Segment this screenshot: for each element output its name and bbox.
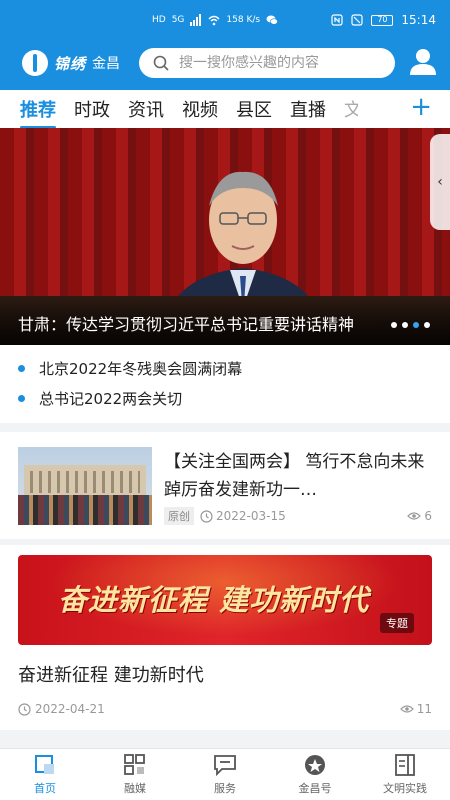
nav-civilization-label: 文明实践 — [383, 782, 427, 795]
headline-item[interactable]: 北京2022年冬残奥会圆满闭幕 — [0, 353, 450, 383]
banner-carousel[interactable]: 甘肃：传达学习贯彻习近平总书记重要讲话精神 ‹ — [0, 128, 450, 345]
topic-date: 2022-04-21 — [35, 702, 105, 716]
network-label-5g: 5G — [171, 15, 185, 25]
carousel-dots — [391, 322, 430, 328]
status-right: 70 15:14 — [331, 13, 436, 27]
article-thumbnail — [18, 447, 152, 525]
media-icon — [124, 754, 145, 775]
category-tabs: 推荐 时政 资讯 视频 县区 直播 文 + — [0, 90, 450, 129]
status-left: HD 5G 158 K/s — [152, 14, 278, 26]
service-icon — [214, 755, 236, 777]
tab-live[interactable]: 直播 — [290, 96, 326, 122]
tab-county[interactable]: 县区 — [236, 96, 272, 122]
app-header: 锦绣 金昌 — [0, 44, 450, 90]
bullet-dot-icon — [18, 394, 25, 402]
nfc-icon — [331, 14, 344, 26]
logo-main-text: 锦绣 — [54, 54, 87, 73]
tab-news[interactable]: 资讯 — [128, 96, 164, 122]
network-speed: 158 K/s — [226, 15, 261, 25]
headline-text: 总书记2022两会关切 — [39, 389, 183, 408]
headline-text: 北京2022年冬残奥会圆满闭幕 — [39, 359, 243, 378]
nav-civilization[interactable]: 文明实践 — [360, 749, 450, 800]
nav-home-label: 首页 — [34, 782, 56, 795]
logo-sub-text: 金昌 — [92, 56, 121, 72]
topic-card[interactable]: 奋进新征程 建功新时代 专题 奋进新征程 建功新时代 2022-04-21 11 — [0, 545, 450, 730]
bottom-nav: 首页 融媒 服务 金昌号 文明实践 — [0, 748, 450, 800]
carousel-dot[interactable] — [424, 322, 430, 328]
network-label-hd: HD — [152, 15, 166, 25]
article-date: 2022-03-15 — [216, 509, 286, 523]
clock-icon — [18, 702, 31, 716]
headline-item[interactable]: 总书记2022两会关切 — [0, 383, 450, 413]
article-views: 6 — [407, 509, 432, 523]
view-count: 6 — [424, 509, 432, 523]
nav-jinchang-label: 金昌号 — [298, 782, 332, 795]
wifi-icon — [208, 15, 220, 26]
chevron-left-icon: ‹ — [437, 174, 443, 190]
topic-tag: 专题 — [380, 613, 414, 633]
side-panel-handle[interactable]: ‹ — [430, 134, 450, 230]
search-icon — [153, 55, 169, 71]
nav-jinchang[interactable]: 金昌号 — [270, 749, 360, 800]
carousel-dot-active[interactable] — [413, 322, 419, 328]
original-badge: 原创 — [164, 507, 194, 525]
jinchang-icon — [305, 755, 325, 775]
bullet-dot-icon — [18, 364, 25, 372]
signal-icon — [190, 14, 202, 26]
eye-icon — [407, 512, 422, 520]
nav-home[interactable]: 首页 — [0, 749, 90, 800]
wechat-icon — [266, 15, 278, 25]
search-bar[interactable] — [139, 48, 395, 78]
search-input[interactable] — [179, 55, 379, 71]
nav-service-label: 服务 — [214, 782, 236, 795]
carousel-dot[interactable] — [391, 322, 397, 328]
add-tab-plus-icon[interactable]: + — [410, 92, 432, 122]
article-card[interactable]: 【关注全国两会】 笃行不怠向未来 踔厉奋发建新功一… 原创 2022-03-15… — [0, 432, 450, 539]
nav-media[interactable]: 融媒 — [90, 749, 180, 800]
banner-title[interactable]: 甘肃：传达学习贯彻习近平总书记重要讲话精神 — [18, 311, 378, 335]
user-profile-icon[interactable] — [408, 48, 438, 76]
nav-service[interactable]: 服务 — [180, 749, 270, 800]
logo-emblem-icon — [22, 50, 48, 76]
topic-views: 11 — [399, 702, 432, 716]
tab-culture[interactable]: 文 — [344, 96, 358, 122]
home-icon — [35, 755, 54, 774]
tab-recommend[interactable]: 推荐 — [20, 96, 56, 129]
status-bar: HD 5G 158 K/s 70 15:14 — [0, 0, 450, 44]
topic-meta: 2022-04-21 — [18, 702, 105, 716]
tab-video[interactable]: 视频 — [182, 96, 218, 122]
article-meta: 原创 2022-03-15 — [164, 507, 286, 525]
headline-list: 北京2022年冬残奥会圆满闭幕 总书记2022两会关切 — [0, 345, 450, 423]
clock: 15:14 — [401, 13, 436, 27]
app-logo: 锦绣 金昌 — [22, 50, 120, 76]
article-title: 【关注全国两会】 笃行不怠向未来 踔厉奋发建新功一… — [164, 452, 425, 500]
battery-indicator: 70 — [371, 14, 394, 26]
topic-title: 奋进新征程 建功新时代 — [18, 665, 204, 686]
civilization-icon — [395, 754, 415, 776]
topic-banner-image: 奋进新征程 建功新时代 专题 — [18, 555, 432, 645]
view-count: 11 — [416, 702, 432, 716]
mute-icon — [351, 14, 364, 26]
topic-banner-text: 奋进新征程 建功新时代 — [58, 583, 370, 617]
tab-politics[interactable]: 时政 — [74, 96, 110, 122]
eye-icon — [399, 705, 414, 713]
clock-icon — [200, 509, 213, 523]
nav-media-label: 融媒 — [124, 782, 146, 795]
carousel-dot[interactable] — [402, 322, 408, 328]
